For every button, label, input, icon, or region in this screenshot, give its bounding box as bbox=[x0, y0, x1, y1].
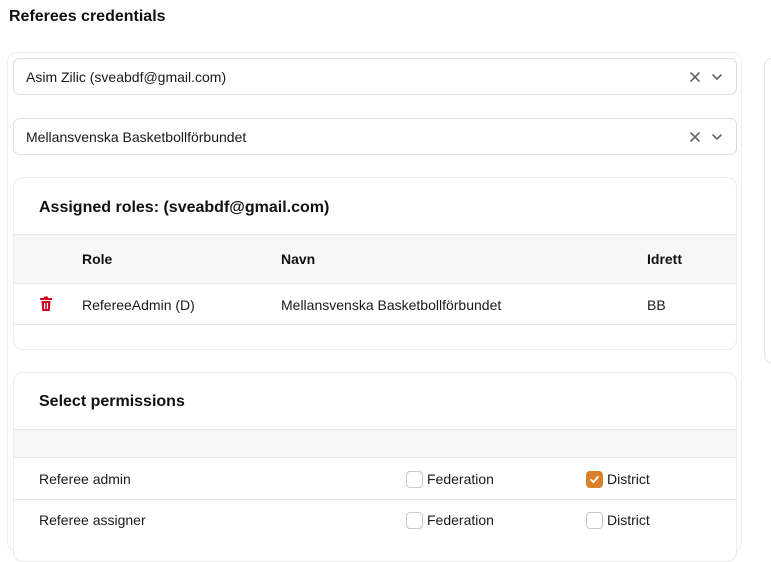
checkmark-icon bbox=[590, 475, 599, 484]
name-cell: Mellansvenska Basketbollförbundet bbox=[281, 297, 502, 313]
trash-icon[interactable] bbox=[39, 296, 53, 317]
select-permissions-title: Select permissions bbox=[39, 393, 185, 410]
select-permissions-card: Select permissions Referee admin Federat… bbox=[13, 372, 737, 562]
federation-checkbox-label: Federation bbox=[427, 471, 494, 487]
side-panel bbox=[764, 58, 771, 363]
federation-checkbox-label: Federation bbox=[427, 512, 494, 528]
close-icon[interactable] bbox=[688, 70, 702, 84]
permissions-table-header bbox=[14, 429, 736, 458]
federation-checkbox[interactable] bbox=[406, 471, 423, 488]
row-divider bbox=[14, 499, 736, 500]
district-checkbox-label: District bbox=[607, 471, 650, 487]
chevron-down-icon[interactable] bbox=[710, 70, 724, 84]
assigned-roles-card: Assigned roles: (sveabdf@gmail.com) Role… bbox=[13, 177, 737, 350]
district-checkbox[interactable] bbox=[586, 471, 603, 488]
row-divider bbox=[14, 324, 736, 325]
role-cell: RefereeAdmin (D) bbox=[82, 297, 195, 313]
federation-checkbox[interactable] bbox=[406, 512, 423, 529]
permission-label: Referee assigner bbox=[39, 512, 146, 528]
close-icon[interactable] bbox=[688, 130, 702, 144]
credentials-panel: Asim Zilic (sveabdf@gmail.com) Mellansve… bbox=[7, 52, 742, 562]
column-header-role: Role bbox=[82, 251, 113, 267]
federation-select[interactable]: Mellansvenska Basketbollförbundet bbox=[13, 118, 737, 155]
user-select-value: Asim Zilic (sveabdf@gmail.com) bbox=[26, 68, 227, 85]
permission-label: Referee admin bbox=[39, 471, 131, 487]
column-header-name: Navn bbox=[281, 251, 316, 267]
district-checkbox[interactable] bbox=[586, 512, 603, 529]
user-select[interactable]: Asim Zilic (sveabdf@gmail.com) bbox=[13, 58, 737, 95]
federation-select-value: Mellansvenska Basketbollförbundet bbox=[26, 128, 247, 145]
roles-table-header: Role Navn Idrett bbox=[14, 234, 736, 284]
chevron-down-icon[interactable] bbox=[710, 130, 724, 144]
page-title: Referees credentials bbox=[9, 8, 166, 25]
column-header-sport: Idrett bbox=[647, 251, 682, 267]
district-checkbox-label: District bbox=[607, 512, 650, 528]
assigned-roles-title: Assigned roles: (sveabdf@gmail.com) bbox=[39, 199, 330, 216]
sport-cell: BB bbox=[647, 297, 666, 313]
